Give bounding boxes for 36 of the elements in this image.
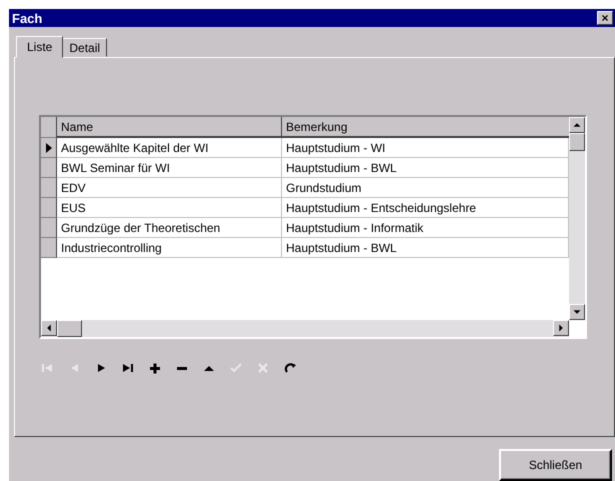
scroll-thumb[interactable] — [569, 133, 585, 151]
close-dialog-button[interactable]: Schließen — [499, 449, 612, 481]
table-cell: Hauptstudium - BWL — [282, 158, 569, 178]
column-header[interactable]: Name — [57, 117, 282, 138]
table-cell: EDV — [57, 178, 282, 198]
scroll-up-icon[interactable] — [569, 117, 585, 133]
scroll-thumb[interactable] — [57, 320, 82, 337]
table-cell: Industriecontrolling — [57, 238, 282, 258]
row-indicator[interactable] — [41, 158, 57, 178]
table-cell: Ausgewählte Kapitel der WI — [57, 138, 282, 158]
table-cell: Hauptstudium - Entscheidungslehre — [282, 198, 569, 218]
row-indicator[interactable] — [41, 178, 57, 198]
row-indicator — [41, 117, 57, 138]
scroll-down-icon[interactable] — [569, 304, 585, 320]
scroll-left-icon[interactable] — [41, 320, 57, 336]
close-button[interactable]: × — [597, 11, 613, 25]
column-header[interactable]: Bemerkung — [282, 117, 569, 138]
table-cell: Hauptstudium - WI — [282, 138, 569, 158]
table-cell: Grundzüge der Theoretischen — [57, 218, 282, 238]
row-indicator[interactable] — [41, 238, 57, 258]
table-cell: BWL Seminar für WI — [57, 158, 282, 178]
window-title: Fach — [12, 10, 42, 26]
table-cell: Hauptstudium - Informatik — [282, 218, 569, 238]
table-cell: Hauptstudium - BWL — [282, 238, 569, 258]
horizontal-scrollbar[interactable] — [41, 320, 569, 337]
vertical-scrollbar[interactable] — [569, 117, 585, 320]
row-indicator[interactable] — [41, 198, 57, 218]
row-indicator[interactable] — [41, 138, 57, 158]
scroll-right-icon[interactable] — [553, 320, 569, 336]
tab[interactable]: Detail — [62, 38, 108, 57]
table-cell: EUS — [57, 198, 282, 218]
table-cell: Grundstudium — [282, 178, 569, 198]
tab[interactable]: Liste — [16, 36, 64, 58]
minus-icon — [177, 366, 187, 370]
row-indicator[interactable] — [41, 218, 57, 238]
current-row-icon — [46, 142, 52, 152]
